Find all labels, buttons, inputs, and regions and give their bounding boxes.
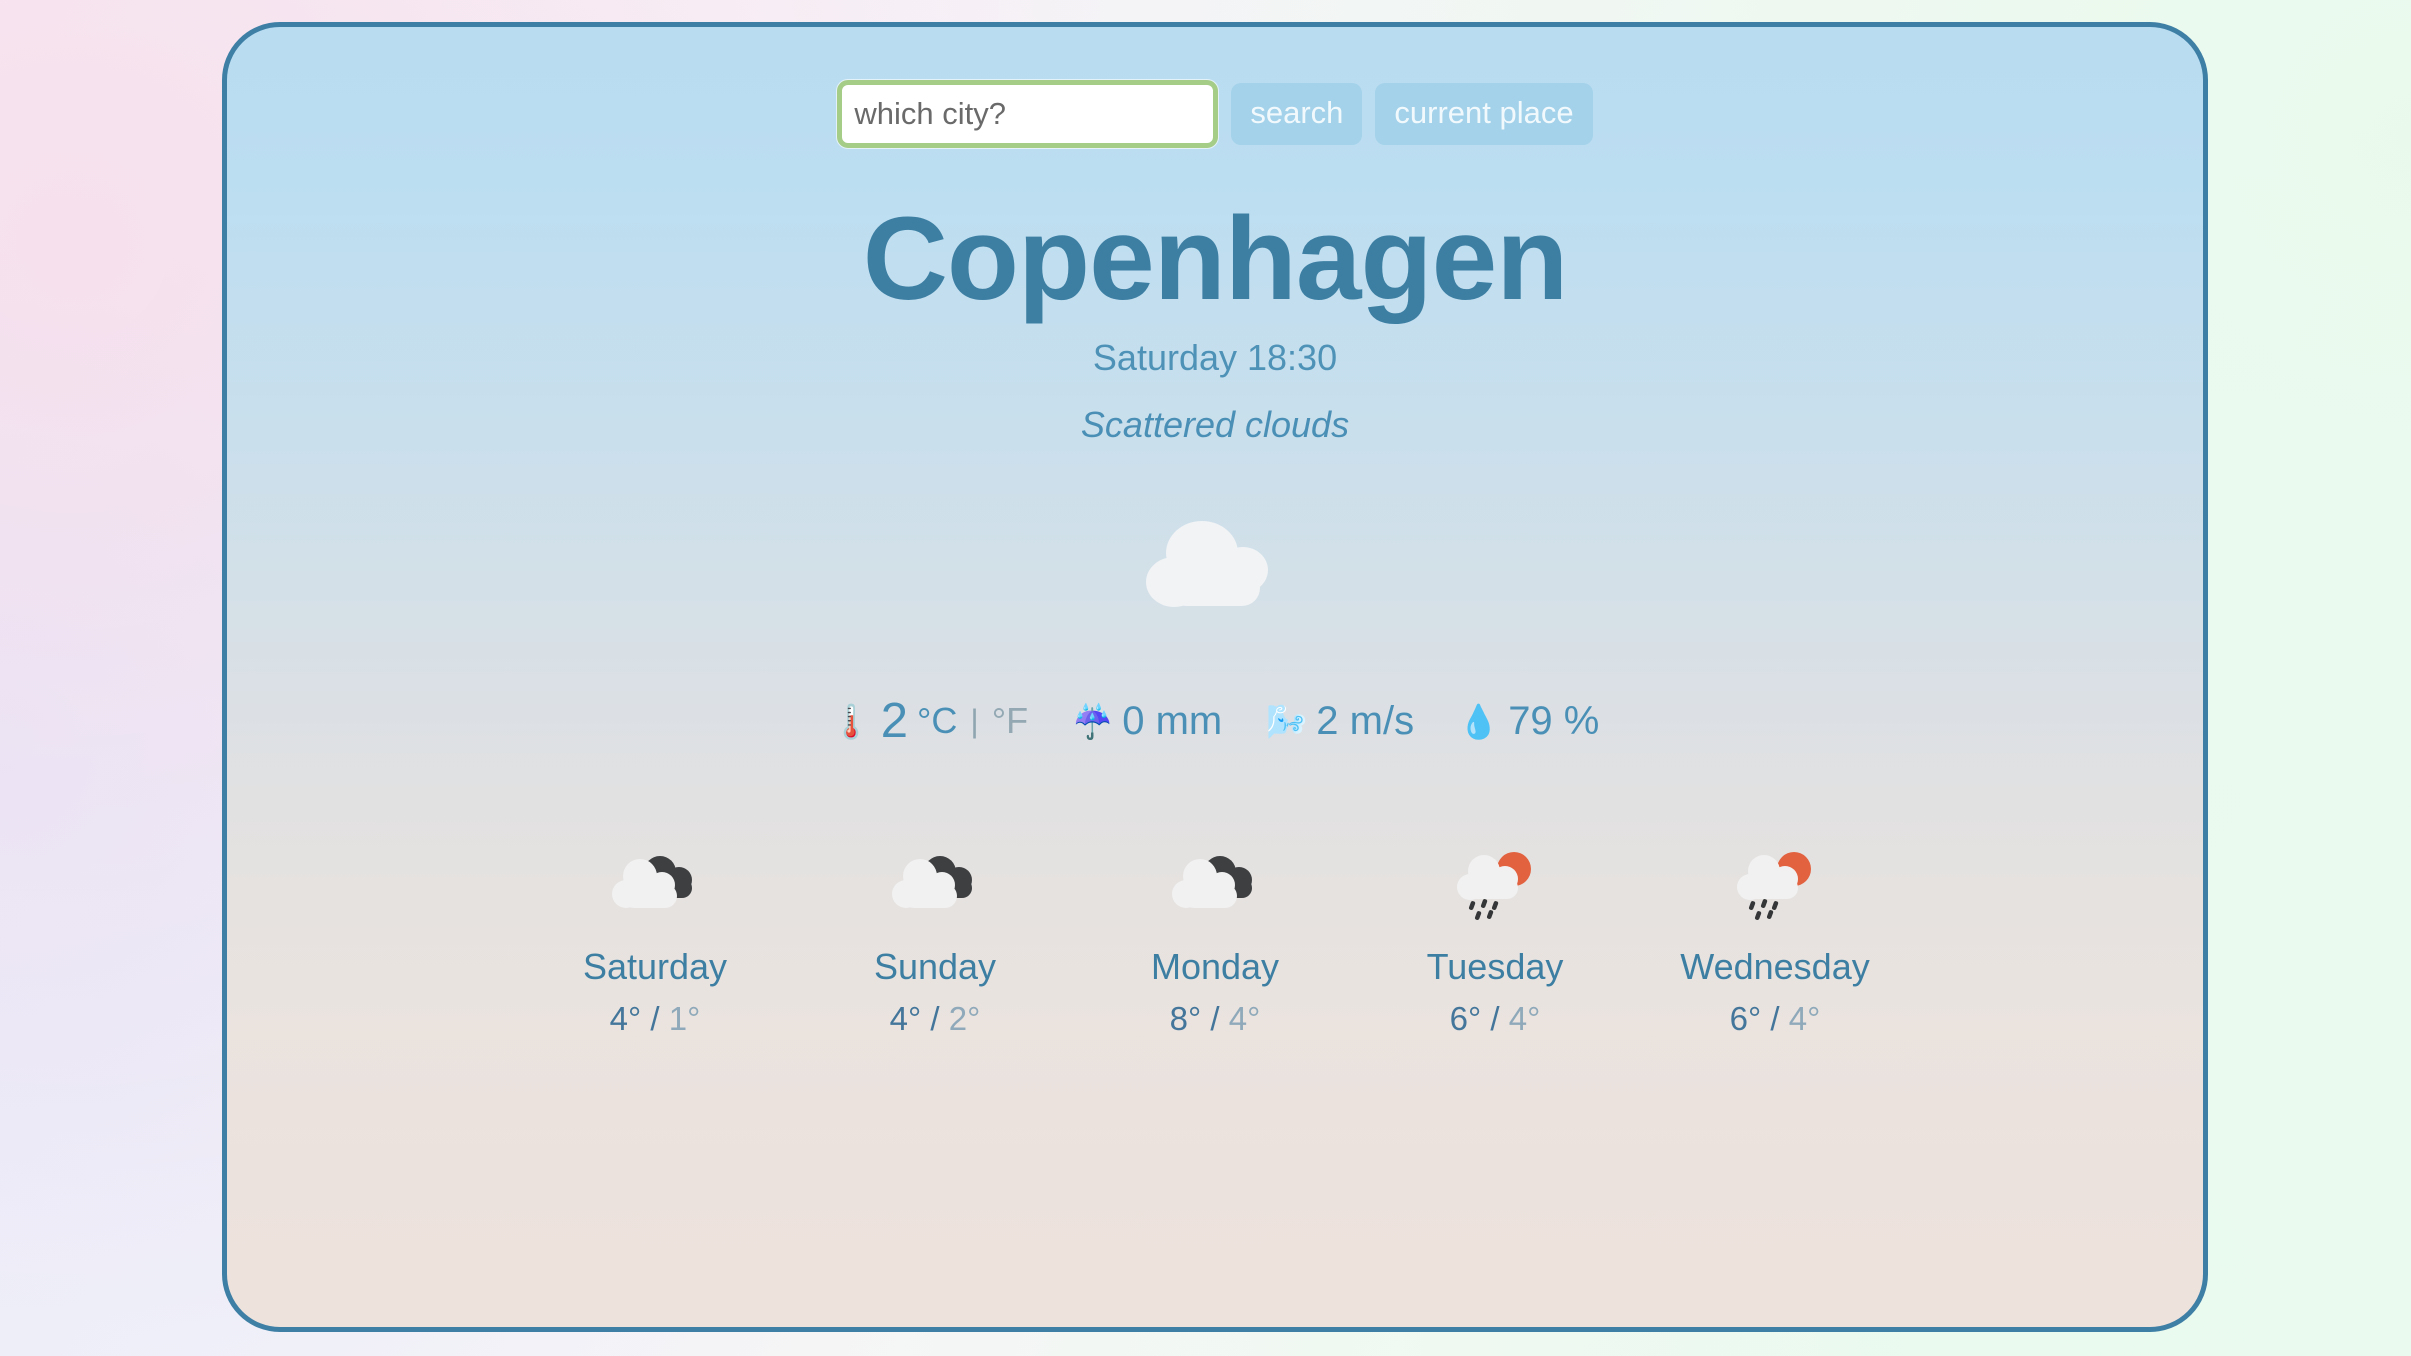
unit-celsius[interactable]: °C [917,700,957,742]
sun-rain-icon [1635,849,1915,921]
weather-card: search current place Copenhagen Saturday… [222,22,2208,1332]
cloudy-icon [515,849,795,921]
forecast-day[interactable]: Wednesday 6° / 4° [1635,849,1915,1038]
forecast-low: 4° [1228,1000,1261,1038]
unit-separator: | [970,702,979,739]
metric-humidity: 💧 79 % [1458,699,1599,744]
thermometer-icon: 🌡️ [830,702,872,740]
city-search-input[interactable] [837,80,1219,148]
forecast-day[interactable]: Sunday 4° / 2° [795,849,1075,1038]
forecast-high: 6° [1449,1000,1482,1038]
current-weather-icon-wrap [227,508,2203,628]
forecast-temps: 6° / 4° [1355,1000,1635,1038]
forecast-day-name: Wednesday [1680,946,1870,988]
forecast-high: 4° [609,1000,642,1038]
unit-fahrenheit[interactable]: °F [992,700,1028,742]
forecast-separator: / [1210,1000,1220,1038]
cloudy-icon [1075,849,1355,921]
forecast-day[interactable]: Saturday 4° / 1° [515,849,795,1038]
forecast-low: 1° [668,1000,701,1038]
current-datetime: Saturday 18:30 [1092,337,1338,379]
forecast-high: 4° [889,1000,922,1038]
temperature-value: 2 [880,694,908,749]
forecast-temps: 4° / 1° [515,1000,795,1038]
precipitation-value: 0 mm [1122,698,1223,743]
forecast-row: Saturday 4° / 1° Sunday 4° / 2° Monday 8… [227,849,2203,1038]
forecast-day-name: Monday [1150,946,1280,988]
forecast-low: 4° [1788,1000,1821,1038]
forecast-separator: / [650,1000,660,1038]
search-button[interactable]: search [1231,83,1363,145]
weather-description: Scattered clouds [1080,404,1350,446]
metric-temperature: 🌡️ 2 °C | °F [831,693,1028,749]
forecast-day-name: Tuesday [1426,946,1564,988]
sun-rain-icon [1355,849,1635,921]
metric-wind: 🌬️ 2 m/s [1266,699,1414,744]
humidity-value: 79 % [1508,698,1600,743]
forecast-day[interactable]: Tuesday 6° / 4° [1355,849,1635,1038]
umbrella-rain-icon: ☔ [1072,702,1114,740]
search-bar: search current place [227,27,2203,148]
cloud-icon [1146,521,1268,608]
forecast-low: 2° [948,1000,981,1038]
city-name: Copenhagen [862,193,1569,325]
forecast-low: 4° [1508,1000,1541,1038]
current-place-button[interactable]: current place [1375,83,1593,145]
wind-value: 2 m/s [1316,698,1415,743]
forecast-day-name: Sunday [873,946,997,988]
forecast-separator: / [1770,1000,1780,1038]
forecast-temps: 6° / 4° [1635,1000,1915,1038]
wind-face-icon: 🌬️ [1266,702,1308,740]
cloudy-icon [795,849,1075,921]
forecast-separator: / [930,1000,940,1038]
current-metrics: 🌡️ 2 °C | °F ☔ 0 mm 🌬️ 2 m/s 💧 79 % [227,693,2203,749]
water-droplet-icon: 💧 [1458,702,1500,740]
forecast-temps: 4° / 2° [795,1000,1075,1038]
forecast-temps: 8° / 4° [1075,1000,1355,1038]
forecast-high: 8° [1169,1000,1202,1038]
metric-precipitation: ☔ 0 mm [1072,699,1222,744]
forecast-day-name: Saturday [582,946,728,988]
forecast-high: 6° [1729,1000,1762,1038]
forecast-separator: / [1490,1000,1500,1038]
forecast-day[interactable]: Monday 8° / 4° [1075,849,1355,1038]
